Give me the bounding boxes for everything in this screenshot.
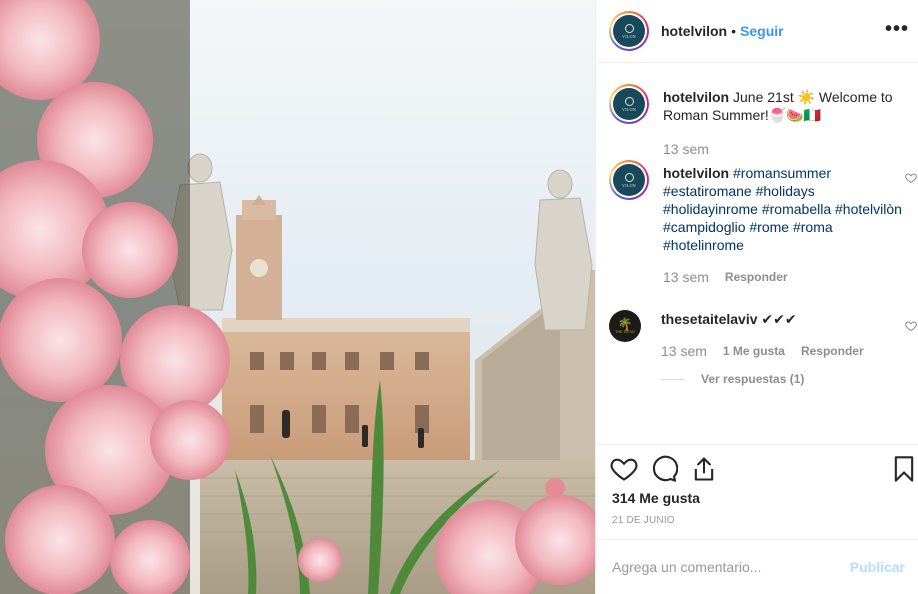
avatar-text: THE SETAI xyxy=(615,330,635,334)
comment-time[interactable]: 13 sem xyxy=(663,268,709,286)
hashtag-link[interactable]: #romabella xyxy=(762,201,831,217)
hotel-logo-icon xyxy=(624,23,634,33)
hashtag-link[interactable]: #holidayinrome xyxy=(663,201,758,217)
reply-comment: 🌴 THE SETAI thesetaitelaviv ✔✔✔ 13 sem 1… xyxy=(609,310,917,388)
comment-time[interactable]: 13 sem xyxy=(661,342,707,360)
avatar-text: VILON xyxy=(622,33,636,39)
follow-button[interactable]: Seguir xyxy=(740,23,784,39)
comments-list[interactable]: VILON hotelvilon June 21st ☀️ Welcome to… xyxy=(596,64,918,444)
avatar-text: VILON xyxy=(622,182,636,188)
comment-likes[interactable]: 1 Me gusta xyxy=(723,342,785,360)
like-comment-heart-icon[interactable] xyxy=(905,320,917,332)
hashtag-link[interactable]: #roma xyxy=(793,219,833,235)
comment-text-cont: Roman Summer!🍧🍉🇮🇹 xyxy=(663,107,822,123)
bookmark-icon[interactable] xyxy=(890,455,918,483)
hotel-logo-icon xyxy=(624,172,634,182)
publish-button[interactable]: Publicar xyxy=(850,559,905,575)
username-link[interactable]: hotelvilon xyxy=(661,23,727,39)
hashtag-link[interactable]: #hotelvilòn xyxy=(835,201,902,217)
avatar[interactable]: VILON xyxy=(609,160,649,200)
hotel-logo-icon xyxy=(624,96,634,106)
comment-input[interactable] xyxy=(612,559,850,575)
hashtag-link[interactable]: #romansummer xyxy=(733,165,831,181)
more-options-icon[interactable]: ••• xyxy=(885,18,909,41)
post-header: VILON hotelvilon • Seguir ••• xyxy=(596,0,918,63)
add-comment-bar: Publicar xyxy=(596,539,918,594)
like-comment-heart-icon[interactable] xyxy=(905,172,917,184)
palm-tree-icon: 🌴 xyxy=(617,317,633,331)
reply-button[interactable]: Responder xyxy=(801,342,864,360)
like-heart-icon[interactable] xyxy=(610,455,638,483)
caption-comment: VILON hotelvilon June 21st ☀️ Welcome to… xyxy=(609,84,909,158)
comment-time[interactable]: 13 sem xyxy=(663,140,709,158)
avatar[interactable]: 🌴 THE SETAI xyxy=(609,310,641,342)
avatar[interactable]: VILON xyxy=(609,84,649,124)
separator-dot: • xyxy=(731,23,737,39)
likes-count[interactable]: 314 Me gusta xyxy=(612,490,700,506)
hashtag-comment: VILON hotelvilon #romansummer #estatirom… xyxy=(609,160,917,286)
avatar[interactable]: VILON xyxy=(609,11,649,51)
view-replies-button[interactable]: Ver respuestas (1) xyxy=(661,370,901,388)
hashtag-link[interactable]: #estatiromane xyxy=(663,183,752,199)
comment-bubble-icon[interactable] xyxy=(650,455,678,483)
comment-username[interactable]: thesetaitelaviv xyxy=(661,311,758,327)
campidoglio-photo xyxy=(0,0,595,594)
comment-text: June 21st ☀️ Welcome to xyxy=(733,89,893,105)
post-date[interactable]: 21 DE JUNIO xyxy=(612,515,675,526)
post-actions: 314 Me gusta 21 DE JUNIO xyxy=(596,444,918,540)
comment-text: ✔✔✔ xyxy=(761,311,797,327)
share-icon[interactable] xyxy=(690,455,718,483)
hashtag-link[interactable]: #rome xyxy=(749,219,789,235)
divider-line xyxy=(661,378,685,380)
view-replies-label: Ver respuestas (1) xyxy=(701,372,805,386)
hashtag-link[interactable]: #hotelinrome xyxy=(663,237,744,253)
comment-username[interactable]: hotelvilon xyxy=(663,165,729,181)
hashtag-link[interactable]: #holidays xyxy=(756,183,815,199)
post-sidebar: VILON hotelvilon • Seguir ••• VILON hote… xyxy=(595,0,918,594)
avatar-text: VILON xyxy=(622,106,636,112)
comment-username[interactable]: hotelvilon xyxy=(663,89,729,105)
reply-button[interactable]: Responder xyxy=(725,268,788,286)
hashtag-link[interactable]: #campidoglio xyxy=(663,219,746,235)
post-photo[interactable] xyxy=(0,0,595,594)
